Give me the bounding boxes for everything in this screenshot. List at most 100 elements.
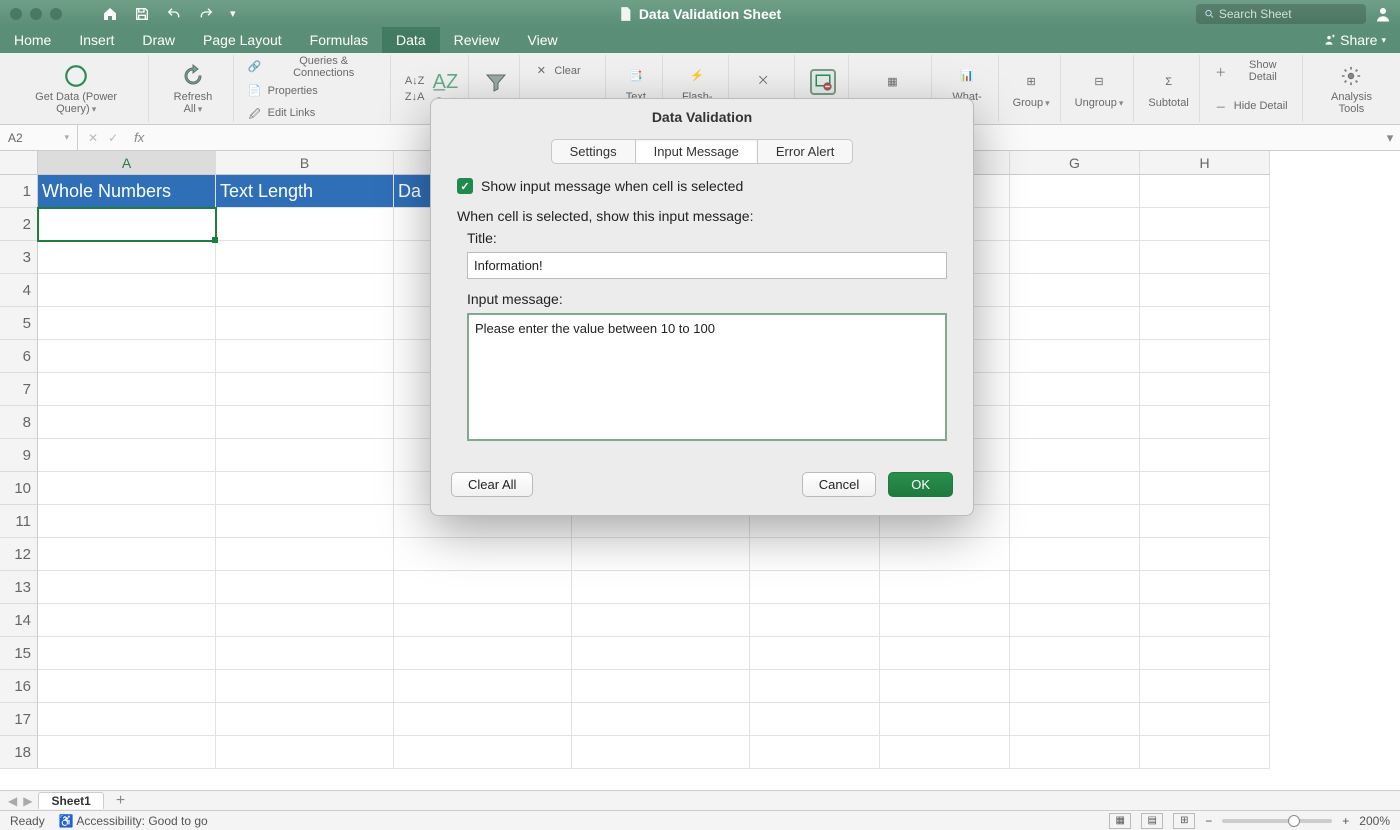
accept-formula-icon[interactable]: ✓ (108, 131, 118, 145)
cell[interactable] (38, 604, 216, 637)
redo-icon[interactable] (198, 6, 214, 22)
queries-connections-button[interactable]: 🔗Queries & Connections (248, 55, 380, 79)
cell[interactable] (572, 703, 750, 736)
row-header[interactable]: 4 (0, 274, 38, 307)
maximize-window-icon[interactable] (50, 8, 62, 20)
minimize-window-icon[interactable] (30, 8, 42, 20)
undo-icon[interactable] (166, 6, 182, 22)
cell[interactable] (1010, 472, 1140, 505)
cell[interactable] (572, 637, 750, 670)
cell[interactable] (1140, 175, 1270, 208)
cell[interactable] (1010, 538, 1140, 571)
cell[interactable] (394, 736, 572, 769)
cell[interactable] (216, 274, 394, 307)
save-icon[interactable] (134, 6, 150, 22)
cell[interactable] (880, 571, 1010, 604)
clear-filter-button[interactable]: ✕Clear (534, 55, 580, 87)
cell[interactable] (216, 241, 394, 274)
sheet-nav-next-icon[interactable]: ▶ (23, 794, 32, 808)
zoom-level[interactable]: 200% (1359, 814, 1390, 828)
cell[interactable] (1010, 703, 1140, 736)
add-sheet-button[interactable]: + (110, 792, 131, 810)
cell[interactable]: Whole Numbers (38, 175, 216, 208)
cell[interactable] (38, 670, 216, 703)
tab-insert[interactable]: Insert (65, 27, 128, 53)
title-field[interactable] (467, 252, 947, 279)
search-input[interactable] (1219, 7, 1358, 21)
cell[interactable] (1010, 208, 1140, 241)
name-box[interactable]: A2 ▾ (0, 125, 78, 150)
cell[interactable] (38, 439, 216, 472)
tab-data[interactable]: Data (382, 27, 440, 53)
properties-button[interactable]: 📄Properties (248, 82, 318, 101)
cell[interactable] (38, 571, 216, 604)
cell[interactable] (1010, 274, 1140, 307)
subtotal-button[interactable]: ΣSubtotal (1138, 55, 1199, 122)
cell[interactable] (750, 637, 880, 670)
tab-view[interactable]: View (514, 27, 572, 53)
expand-formula-bar-icon[interactable]: ▾ (1380, 130, 1400, 146)
cell[interactable] (38, 340, 216, 373)
row-header[interactable]: 11 (0, 505, 38, 538)
cell[interactable] (880, 703, 1010, 736)
cell[interactable] (1140, 373, 1270, 406)
row-header[interactable]: 14 (0, 604, 38, 637)
cell[interactable] (1010, 571, 1140, 604)
get-data-button[interactable]: Get Data (Power Query) (4, 55, 149, 122)
cell[interactable] (38, 406, 216, 439)
search-sheet[interactable] (1196, 4, 1366, 24)
cell[interactable] (750, 670, 880, 703)
cell[interactable] (1010, 340, 1140, 373)
analysis-tools-button[interactable]: Analysis Tools (1307, 55, 1396, 122)
cell[interactable] (1010, 406, 1140, 439)
cancel-button[interactable]: Cancel (802, 472, 876, 497)
row-header[interactable]: 6 (0, 340, 38, 373)
home-icon[interactable] (102, 6, 118, 22)
row-header[interactable]: 3 (0, 241, 38, 274)
fx-label[interactable]: fx (128, 130, 150, 145)
cell[interactable] (1140, 637, 1270, 670)
cell[interactable] (880, 736, 1010, 769)
cell[interactable] (38, 703, 216, 736)
cell[interactable] (216, 307, 394, 340)
cell[interactable] (38, 505, 216, 538)
cell[interactable] (750, 736, 880, 769)
cell[interactable] (216, 406, 394, 439)
dialog-tab-error-alert[interactable]: Error Alert (758, 139, 854, 164)
cell[interactable] (38, 307, 216, 340)
tab-page-layout[interactable]: Page Layout (189, 27, 296, 53)
cell[interactable] (394, 703, 572, 736)
cell[interactable] (1140, 307, 1270, 340)
cell[interactable] (216, 538, 394, 571)
cell[interactable] (38, 736, 216, 769)
cell[interactable] (572, 604, 750, 637)
row-header[interactable]: 13 (0, 571, 38, 604)
page-break-view-icon[interactable]: ⊞ (1173, 813, 1195, 829)
zoom-out-button[interactable]: − (1205, 814, 1212, 828)
show-detail-button[interactable]: ＋Show Detail (1214, 55, 1292, 87)
ungroup-button[interactable]: ⊟Ungroup (1065, 55, 1135, 122)
cell[interactable]: Text Length (216, 175, 394, 208)
page-layout-view-icon[interactable]: ▤ (1141, 813, 1163, 829)
column-header[interactable]: H (1140, 151, 1270, 175)
refresh-all-button[interactable]: Refresh All (153, 55, 233, 122)
cell[interactable] (216, 670, 394, 703)
cell[interactable] (880, 670, 1010, 703)
zoom-slider[interactable] (1222, 819, 1332, 823)
cell[interactable] (216, 703, 394, 736)
row-header[interactable]: 1 (0, 175, 38, 208)
row-header[interactable]: 7 (0, 373, 38, 406)
row-header[interactable]: 2 (0, 208, 38, 241)
row-header[interactable]: 12 (0, 538, 38, 571)
dialog-tab-input-message[interactable]: Input Message (636, 139, 758, 164)
cell[interactable] (394, 538, 572, 571)
cell[interactable] (750, 571, 880, 604)
cell[interactable] (1140, 538, 1270, 571)
column-header[interactable]: B (216, 151, 394, 175)
cell[interactable] (1010, 307, 1140, 340)
cell[interactable] (1010, 736, 1140, 769)
cell[interactable] (216, 439, 394, 472)
row-header[interactable]: 18 (0, 736, 38, 769)
cell[interactable] (216, 637, 394, 670)
cell[interactable] (750, 538, 880, 571)
